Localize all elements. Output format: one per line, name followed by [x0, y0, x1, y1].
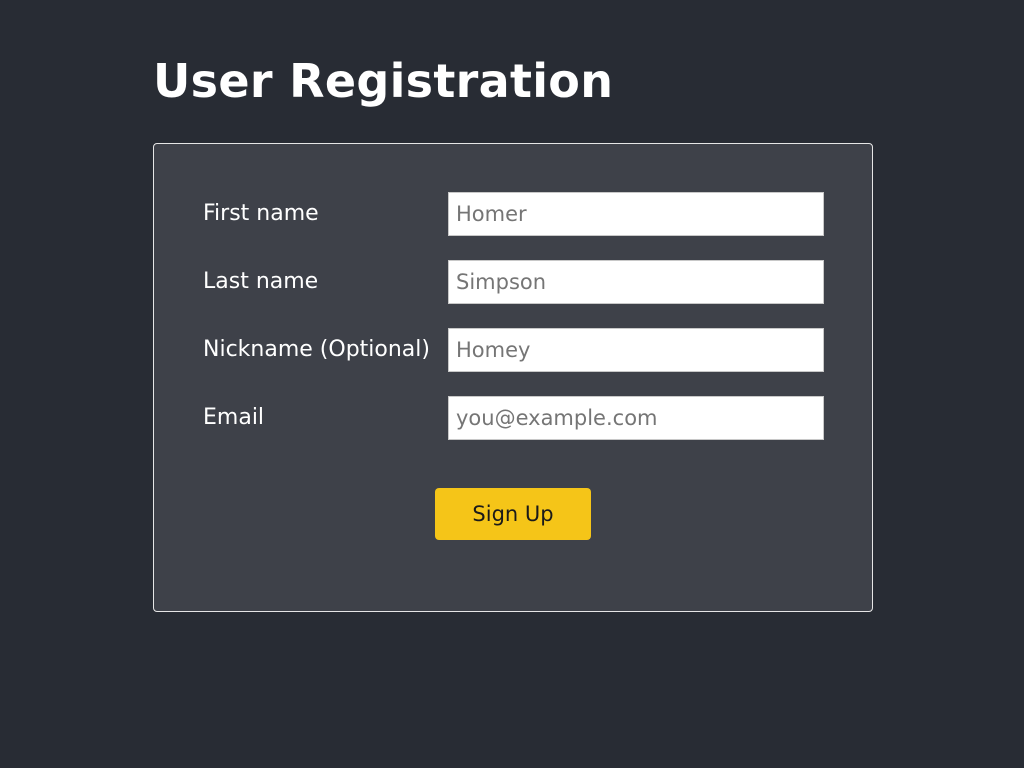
email-input[interactable] — [448, 396, 824, 440]
first-name-row: First name — [203, 192, 825, 236]
sign-up-button[interactable]: Sign Up — [435, 488, 591, 540]
email-row: Email — [203, 396, 825, 440]
registration-form: First name Last name Nickname (Optional)… — [153, 143, 873, 612]
nickname-row: Nickname (Optional) — [203, 328, 825, 372]
last-name-input[interactable] — [448, 260, 824, 304]
nickname-input[interactable] — [448, 328, 824, 372]
last-name-row: Last name — [203, 260, 825, 304]
email-label: Email — [203, 405, 265, 430]
page-title: User Registration — [153, 54, 614, 108]
nickname-label: Nickname (Optional) — [203, 337, 430, 362]
first-name-input[interactable] — [448, 192, 824, 236]
last-name-label: Last name — [203, 269, 319, 294]
first-name-label: First name — [203, 201, 319, 226]
